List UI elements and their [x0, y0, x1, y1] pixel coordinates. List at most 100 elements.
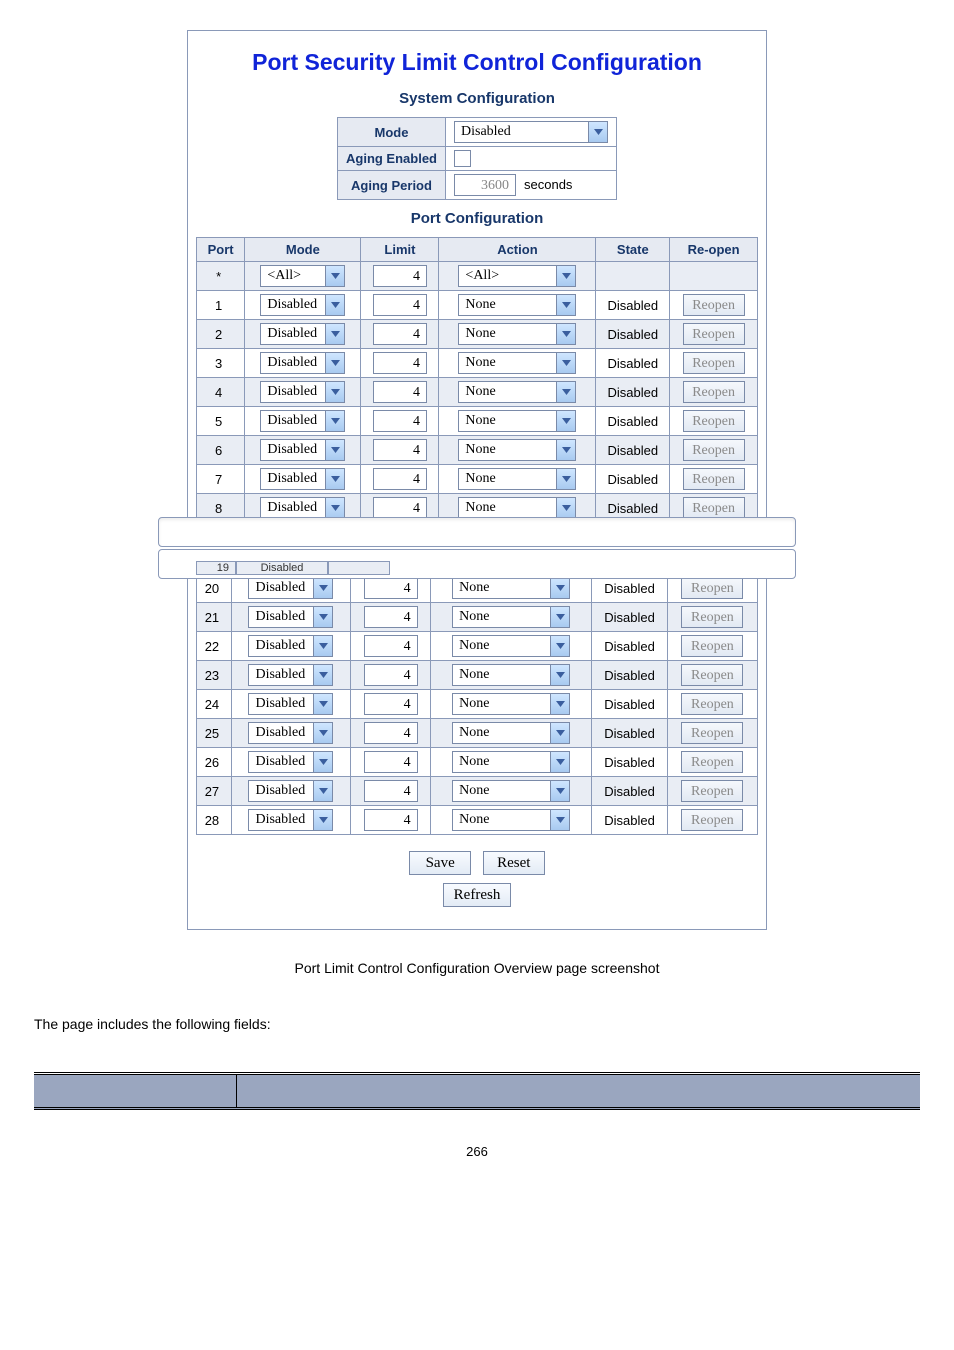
action-select[interactable]: None	[452, 751, 570, 773]
reopen-button[interactable]: Reopen	[683, 468, 745, 490]
state-cell: Disabled	[596, 407, 670, 436]
action-value: None	[453, 754, 550, 770]
mode-value: <All>	[261, 268, 325, 284]
reopen-button[interactable]: Reopen	[681, 635, 743, 657]
action-select[interactable]: None	[452, 577, 570, 599]
system-mode-select[interactable]: Disabled	[454, 121, 608, 143]
mode-value: Disabled	[249, 638, 313, 654]
mode-select[interactable]: Disabled	[260, 468, 345, 490]
action-select[interactable]: None	[452, 780, 570, 802]
reopen-button[interactable]: Reopen	[681, 809, 743, 831]
action-select[interactable]: None	[458, 439, 576, 461]
mode-select[interactable]: Disabled	[260, 294, 345, 316]
mode-select[interactable]: Disabled	[248, 751, 333, 773]
limit-input[interactable]: 4	[373, 294, 427, 316]
reopen-button[interactable]: Reopen	[683, 410, 745, 432]
mode-select[interactable]: Disabled	[260, 410, 345, 432]
limit-input[interactable]: 4	[364, 577, 418, 599]
action-select[interactable]: <All>	[458, 265, 576, 287]
mode-select[interactable]: Disabled	[260, 497, 345, 519]
reopen-button[interactable]: Reopen	[683, 352, 745, 374]
chevron-down-icon	[313, 781, 332, 801]
refresh-button[interactable]: Refresh	[443, 883, 512, 907]
chevron-down-icon	[325, 440, 344, 460]
aging-period-input[interactable]: 3600	[454, 174, 516, 196]
limit-input[interactable]: 4	[364, 693, 418, 715]
limit-input[interactable]: 4	[373, 323, 427, 345]
reopen-button[interactable]: Reopen	[681, 751, 743, 773]
mode-select[interactable]: Disabled	[248, 664, 333, 686]
action-value: None	[459, 442, 556, 458]
action-select[interactable]: None	[458, 352, 576, 374]
limit-input[interactable]: 4	[373, 410, 427, 432]
aging-enabled-checkbox[interactable]	[454, 150, 471, 167]
table-row: 7Disabled4NoneDisabledReopen	[197, 465, 758, 494]
reset-button[interactable]: Reset	[483, 851, 545, 875]
limit-input[interactable]: 4	[373, 497, 427, 519]
reopen-button[interactable]: Reopen	[681, 577, 743, 599]
port-cell: 27	[197, 777, 232, 806]
mode-select[interactable]: Disabled	[248, 635, 333, 657]
save-button[interactable]: Save	[409, 851, 471, 875]
limit-input[interactable]: 4	[364, 606, 418, 628]
mode-select[interactable]: <All>	[260, 265, 345, 287]
mode-select[interactable]: Disabled	[248, 693, 333, 715]
mode-select[interactable]: Disabled	[260, 352, 345, 374]
mode-value: Disabled	[249, 667, 313, 683]
port-config-table-top: Port Mode Limit Action State Re-open *<A…	[196, 237, 758, 523]
mode-select[interactable]: Disabled	[260, 439, 345, 461]
chevron-down-icon	[550, 781, 569, 801]
action-select[interactable]: None	[458, 410, 576, 432]
limit-input[interactable]: 4	[373, 265, 427, 287]
action-select[interactable]: None	[458, 468, 576, 490]
limit-input[interactable]: 4	[373, 439, 427, 461]
col-limit: Limit	[361, 238, 439, 262]
mode-select[interactable]: Disabled	[260, 381, 345, 403]
limit-input[interactable]: 4	[373, 381, 427, 403]
mode-value: Disabled	[261, 413, 325, 429]
limit-input[interactable]: 4	[364, 751, 418, 773]
action-select[interactable]: None	[452, 722, 570, 744]
reopen-button[interactable]: Reopen	[683, 294, 745, 316]
limit-input[interactable]: 4	[364, 809, 418, 831]
table-row: 28Disabled4NoneDisabledReopen	[197, 806, 758, 835]
action-select[interactable]: None	[452, 606, 570, 628]
action-select[interactable]: None	[458, 323, 576, 345]
action-value: None	[459, 413, 556, 429]
action-select[interactable]: None	[452, 635, 570, 657]
port-cell: 4	[197, 378, 245, 407]
limit-input[interactable]: 4	[364, 664, 418, 686]
state-cell: Disabled	[596, 320, 670, 349]
page-cut: 19 Disabled	[158, 523, 796, 573]
mode-select[interactable]: Disabled	[248, 780, 333, 802]
action-select[interactable]: None	[458, 497, 576, 519]
limit-input[interactable]: 4	[364, 635, 418, 657]
reopen-button[interactable]: Reopen	[681, 722, 743, 744]
reopen-button[interactable]: Reopen	[683, 323, 745, 345]
reopen-button[interactable]: Reopen	[683, 439, 745, 461]
limit-input[interactable]: 4	[364, 722, 418, 744]
mode-select[interactable]: Disabled	[260, 323, 345, 345]
limit-input[interactable]: 4	[364, 780, 418, 802]
screenshot-caption: Port Limit Control Configuration Overvie…	[0, 960, 954, 976]
reopen-button[interactable]: Reopen	[683, 497, 745, 519]
limit-input[interactable]: 4	[373, 468, 427, 490]
port-cell: 23	[197, 661, 232, 690]
action-select[interactable]: None	[452, 693, 570, 715]
reopen-button[interactable]: Reopen	[681, 664, 743, 686]
mode-select[interactable]: Disabled	[248, 809, 333, 831]
reopen-button[interactable]: Reopen	[681, 693, 743, 715]
action-select[interactable]: None	[458, 294, 576, 316]
action-select[interactable]: None	[452, 809, 570, 831]
reopen-button[interactable]: Reopen	[683, 381, 745, 403]
chevron-down-icon	[325, 266, 344, 286]
mode-select[interactable]: Disabled	[248, 577, 333, 599]
reopen-button[interactable]: Reopen	[681, 780, 743, 802]
system-mode-value: Disabled	[455, 124, 588, 140]
reopen-button[interactable]: Reopen	[681, 606, 743, 628]
mode-select[interactable]: Disabled	[248, 606, 333, 628]
limit-input[interactable]: 4	[373, 352, 427, 374]
mode-select[interactable]: Disabled	[248, 722, 333, 744]
action-select[interactable]: None	[452, 664, 570, 686]
action-select[interactable]: None	[458, 381, 576, 403]
